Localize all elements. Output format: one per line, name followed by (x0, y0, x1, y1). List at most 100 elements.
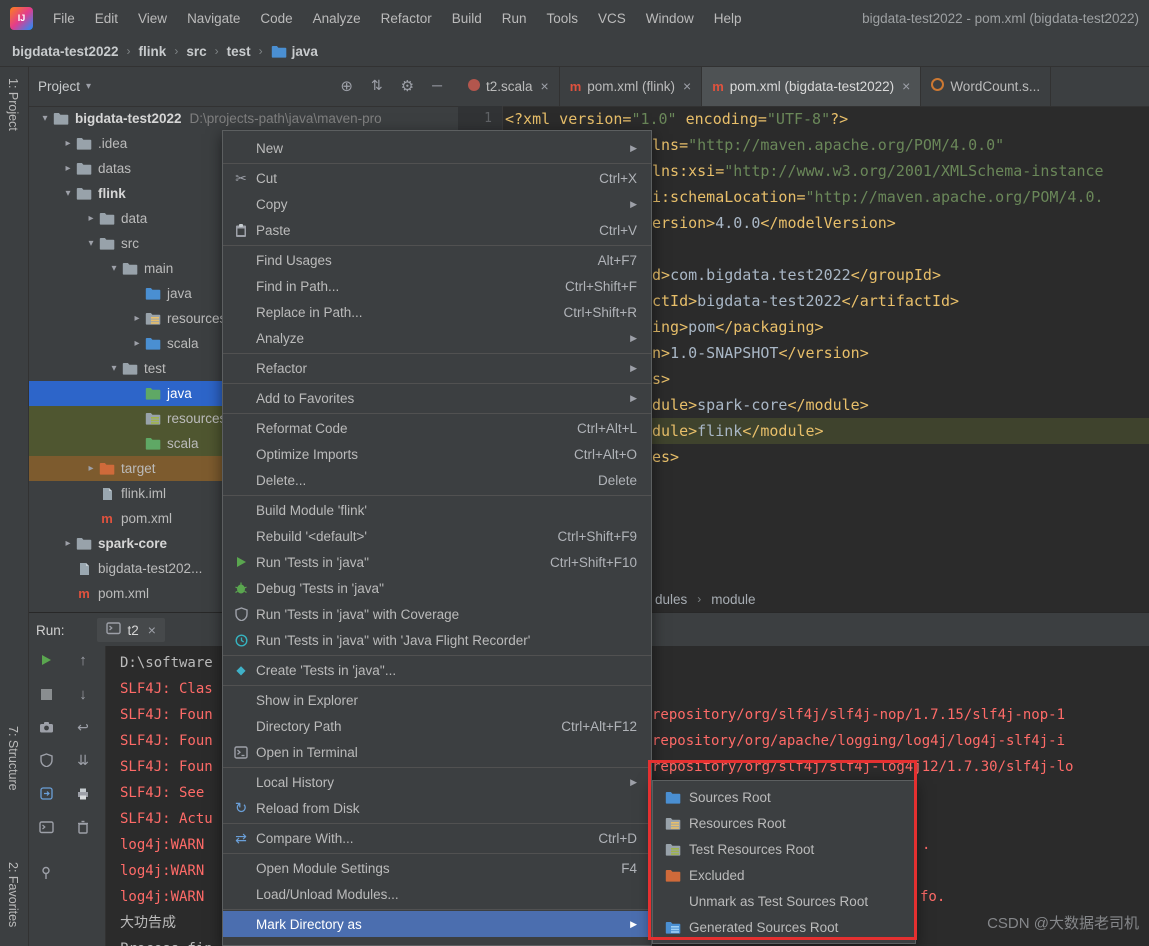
menubar-item-tools[interactable]: Tools (537, 7, 589, 30)
attach-icon[interactable] (35, 782, 57, 804)
tree-item-label: java (167, 286, 192, 301)
collapse-icon[interactable]: ⇅ (371, 77, 383, 95)
tab-label: WordCount.s... (950, 79, 1040, 94)
context-menu-item-optimize-imports[interactable]: Optimize ImportsCtrl+Alt+O (223, 441, 651, 467)
menu-item-label: Copy (256, 197, 288, 212)
context-menu-item-replace-in-path[interactable]: Replace in Path...Ctrl+Shift+R (223, 299, 651, 325)
context-menu-item-copy[interactable]: Copy▶ (223, 191, 651, 217)
menubar-item-refactor[interactable]: Refactor (371, 7, 442, 30)
menubar-item-file[interactable]: File (43, 7, 85, 30)
context-menu-item-paste[interactable]: PasteCtrl+V (223, 217, 651, 243)
menubar-item-navigate[interactable]: Navigate (177, 7, 250, 30)
menubar-item-window[interactable]: Window (636, 7, 704, 30)
context-menu-item-reformat-code[interactable]: Reformat CodeCtrl+Alt+L (223, 415, 651, 441)
thread-dump-icon[interactable] (35, 716, 57, 738)
tool-window-button-7-structure[interactable]: 7: Structure (6, 726, 20, 791)
submenu-item-unmark-as-test-sources-root[interactable]: Unmark as Test Sources Root (653, 888, 915, 914)
generated-sources-icon (663, 921, 683, 934)
tree-item-label: spark-core (98, 536, 167, 551)
breadcrumb-item-flink[interactable]: flink (139, 44, 167, 59)
menubar-item-run[interactable]: Run (492, 7, 537, 30)
editor-tab-wordcount-s[interactable]: WordCount.s... (921, 66, 1051, 106)
submenu-item-sources-root[interactable]: Sources Root (653, 784, 915, 810)
context-menu-item-debug-tests-in-java[interactable]: Debug 'Tests in 'java'' (223, 575, 651, 601)
context-menu-item-reload-from-disk[interactable]: ↻Reload from Disk (223, 795, 651, 821)
pin-icon[interactable] (35, 862, 57, 884)
settings-icon[interactable]: ⚙ (401, 77, 414, 95)
context-menu-item-run-tests-in-java-with-coverage[interactable]: Run 'Tests in 'java'' with Coverage (223, 601, 651, 627)
editor-breadcrumb-item-module[interactable]: module (711, 592, 755, 607)
context-menu-item-delete[interactable]: Delete...Delete (223, 467, 651, 493)
run-tab-t2[interactable]: t2 × (97, 618, 165, 642)
locate-icon[interactable]: ⊕ (340, 77, 353, 95)
editor-tab-pom-xml-flink[interactable]: mpom.xml (flink)× (560, 66, 703, 106)
context-menu-item-cut[interactable]: ✂CutCtrl+X (223, 165, 651, 191)
context-menu-item-compare-with[interactable]: ⇄Compare With...Ctrl+D (223, 825, 651, 851)
down-icon[interactable]: ↓ (72, 683, 94, 705)
close-icon[interactable]: × (902, 78, 910, 94)
tab-label: pom.xml (bigdata-test2022) (730, 79, 894, 94)
context-menu-item-add-to-favorites[interactable]: Add to Favorites▶ (223, 385, 651, 411)
context-menu-item-load-unload-modules[interactable]: Load/Unload Modules... (223, 881, 651, 907)
close-icon[interactable]: × (541, 78, 549, 94)
context-menu-item-find-in-path[interactable]: Find in Path...Ctrl+Shift+F (223, 273, 651, 299)
editor-tab-bar: t2.scala×mpom.xml (flink)×mpom.xml (bigd… (458, 66, 1149, 107)
context-menu-item-run-tests-in-java-with-java-flight-recorder[interactable]: Run 'Tests in 'java'' with 'Java Flight … (223, 627, 651, 653)
hide-icon[interactable]: ─ (432, 77, 442, 95)
submenu-item-generated-sources-root[interactable]: Generated Sources Root (653, 914, 915, 940)
chevron-down-icon[interactable]: ▾ (86, 81, 91, 92)
print-icon[interactable] (72, 782, 94, 804)
breadcrumb-item-java[interactable]: java (292, 44, 318, 59)
context-menu-item-directory-path[interactable]: Directory PathCtrl+Alt+F12 (223, 713, 651, 739)
context-menu-item-refactor[interactable]: Refactor▶ (223, 355, 651, 381)
editor-breadcrumb-item-dules[interactable]: dules (655, 592, 687, 607)
menubar-item-help[interactable]: Help (704, 7, 752, 30)
close-icon[interactable]: × (683, 78, 691, 94)
submenu-item-resources-root[interactable]: Resources Root (653, 810, 915, 836)
context-menu-item-show-in-explorer[interactable]: Show in Explorer (223, 687, 651, 713)
context-menu-item-new[interactable]: New▶ (223, 135, 651, 161)
menubar-item-edit[interactable]: Edit (85, 7, 128, 30)
tree-item-bigdata-test2022[interactable]: ▾bigdata-test2022D:\projects-path\java\m… (28, 106, 458, 131)
stop-icon[interactable] (35, 683, 57, 705)
menu-shortcut: Delete (598, 473, 637, 488)
menubar-item-analyze[interactable]: Analyze (303, 7, 371, 30)
menu-bar: IJ FileEditViewNavigateCodeAnalyzeRefact… (0, 0, 1149, 37)
coverage-icon[interactable] (35, 749, 57, 771)
rerun-icon[interactable] (35, 649, 57, 671)
context-menu-item-run-tests-in-java[interactable]: Run 'Tests in 'java''Ctrl+Shift+F10 (223, 549, 651, 575)
up-icon[interactable]: ↑ (72, 649, 94, 671)
editor-tab-t2-scala[interactable]: t2.scala× (458, 66, 560, 106)
context-menu-item-open-in-terminal[interactable]: Open in Terminal (223, 739, 651, 765)
breadcrumb-item-test[interactable]: test (227, 44, 251, 59)
clear-icon[interactable] (72, 816, 94, 838)
menubar-item-code[interactable]: Code (250, 7, 302, 30)
menubar-item-view[interactable]: View (128, 7, 177, 30)
submenu-item-excluded[interactable]: Excluded (653, 862, 915, 888)
context-menu-item-analyze[interactable]: Analyze▶ (223, 325, 651, 351)
source-folder-icon (144, 286, 162, 302)
breadcrumb-item-src[interactable]: src (186, 44, 206, 59)
scroll-end-icon[interactable]: ⇊ (72, 749, 94, 771)
context-menu-item-rebuild-default[interactable]: Rebuild '<default>'Ctrl+Shift+F9 (223, 523, 651, 549)
close-icon[interactable]: × (148, 622, 156, 638)
menu-shortcut: Ctrl+Shift+F9 (557, 529, 637, 544)
submenu-item-test-resources-root[interactable]: Test Resources Root (653, 836, 915, 862)
menubar-item-build[interactable]: Build (442, 7, 492, 30)
code-line[interactable]: <?xml version="1.0" encoding="UTF-8"?> (502, 106, 1149, 132)
context-menu-item-build-module-flink[interactable]: Build Module 'flink' (223, 497, 651, 523)
breadcrumb-item-bigdata-test2022[interactable]: bigdata-test2022 (12, 44, 119, 59)
soft-wrap-icon[interactable]: ↩ (72, 716, 94, 738)
console-toolbar: ↑ ↓ ↩ ⇊ (28, 646, 106, 946)
context-menu-item-local-history[interactable]: Local History▶ (223, 769, 651, 795)
monitor-icon[interactable] (35, 816, 57, 838)
context-menu-item-open-module-settings[interactable]: Open Module SettingsF4 (223, 855, 651, 881)
context-menu-item-mark-directory-as[interactable]: Mark Directory as▶ (223, 911, 651, 937)
editor-tab-pom-xml-bigdata-test2022[interactable]: mpom.xml (bigdata-test2022)× (702, 66, 921, 106)
file-icon (98, 486, 116, 502)
tool-window-button-2-favorites[interactable]: 2: Favorites (6, 862, 20, 927)
menubar-item-vcs[interactable]: VCS (588, 7, 636, 30)
tool-window-button-1-project[interactable]: 1: Project (6, 78, 20, 131)
context-menu-item-find-usages[interactable]: Find UsagesAlt+F7 (223, 247, 651, 273)
context-menu-item-create-tests-in-java[interactable]: ◆Create 'Tests in 'java''... (223, 657, 651, 683)
